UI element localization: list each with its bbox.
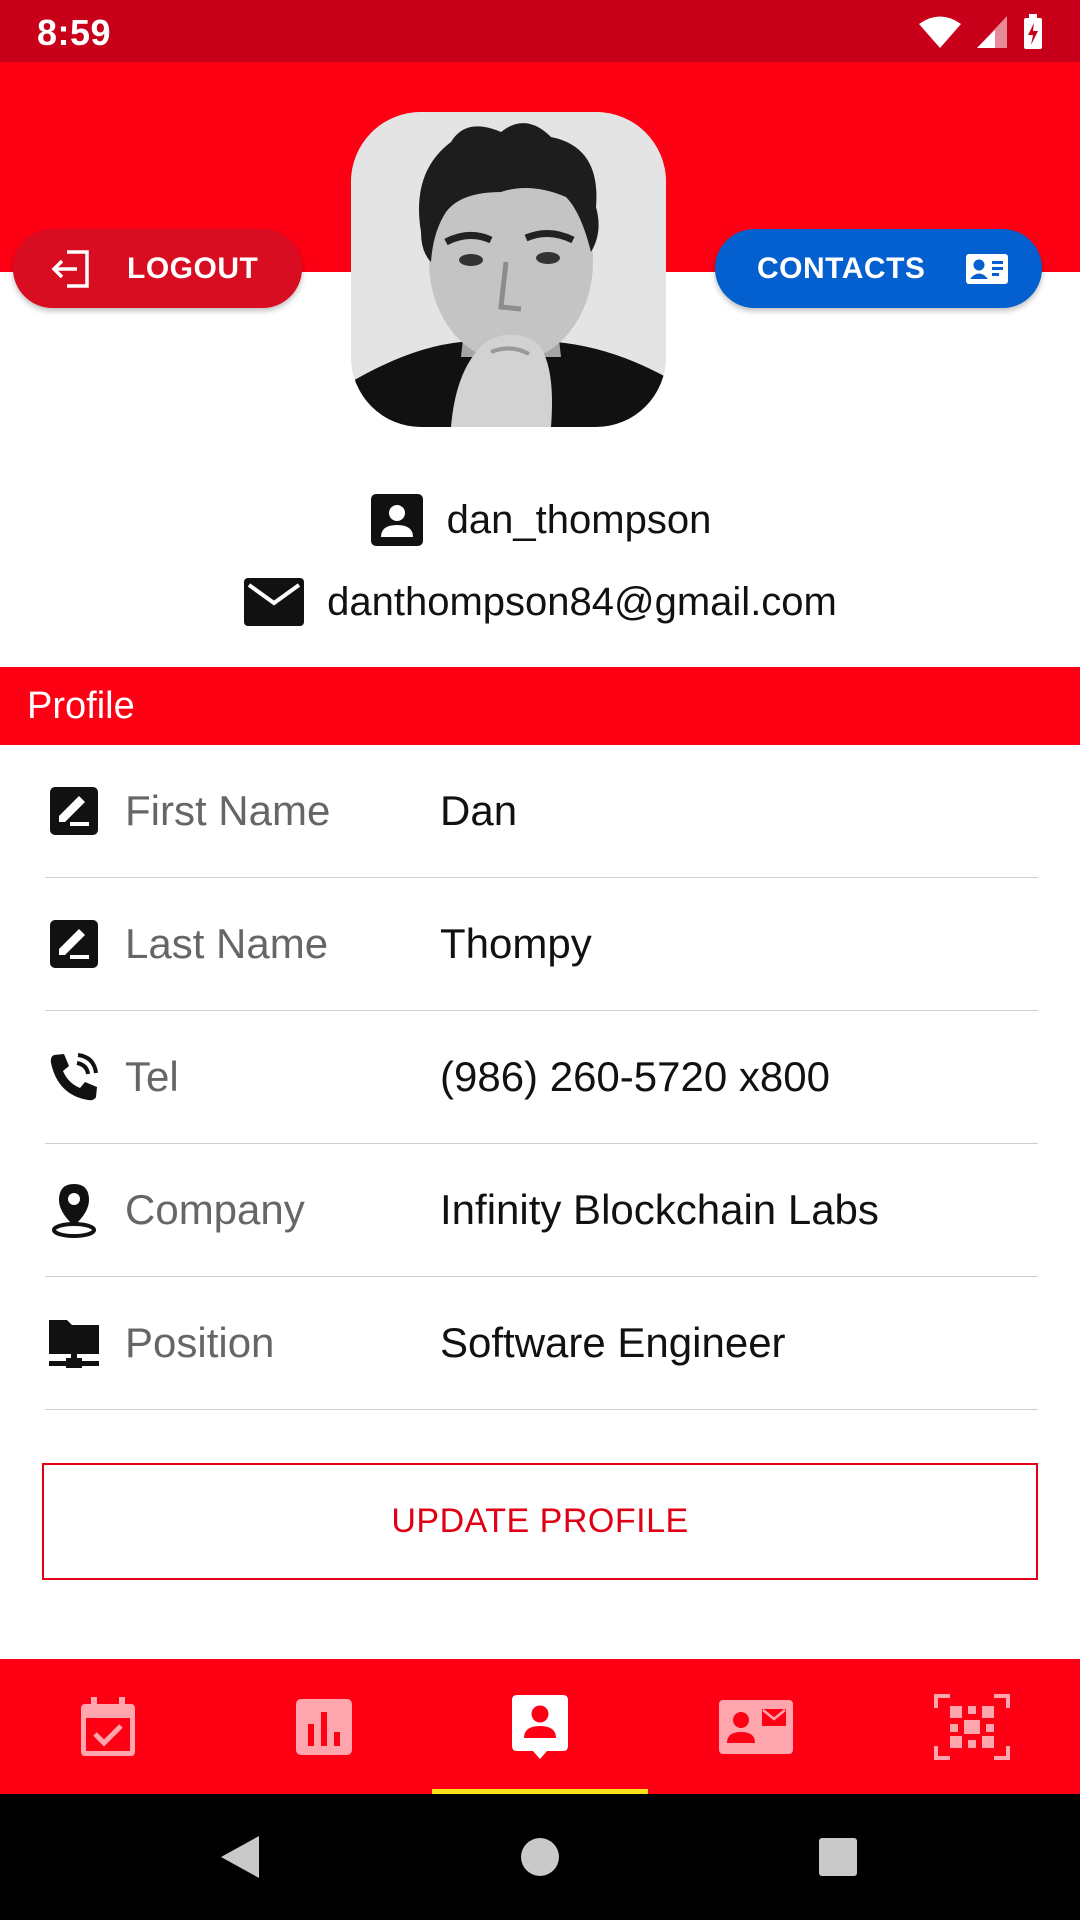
system-navigation-bar bbox=[0, 1794, 1080, 1920]
back-icon bbox=[221, 1836, 259, 1878]
email-row: danthompson84@gmail.com bbox=[0, 570, 1080, 634]
mail-icon bbox=[244, 578, 305, 626]
edit-box-icon bbox=[45, 782, 103, 840]
username-row: dan_thompson bbox=[0, 488, 1080, 552]
avatar-photo bbox=[351, 112, 666, 427]
recents-icon bbox=[819, 1838, 857, 1876]
calendar-check-icon bbox=[81, 1696, 135, 1756]
logout-label: LOGOUT bbox=[127, 251, 259, 285]
profile-section-header: Profile bbox=[0, 667, 1080, 745]
field-value: Dan bbox=[440, 787, 518, 834]
back-button[interactable] bbox=[180, 1794, 300, 1920]
nav-tab-contacts[interactable] bbox=[648, 1659, 864, 1794]
update-profile-button[interactable]: UPDATE PROFILE bbox=[42, 1463, 1038, 1580]
recents-button[interactable] bbox=[778, 1794, 898, 1920]
field-row-last-name[interactable]: Last Name Thompy bbox=[45, 878, 1038, 1011]
field-label: Company bbox=[125, 1186, 305, 1233]
phone-in-talk-icon bbox=[45, 1048, 103, 1106]
account-box-icon bbox=[370, 494, 423, 546]
field-label: First Name bbox=[125, 787, 331, 834]
field-label: Tel bbox=[125, 1053, 179, 1100]
field-row-position[interactable]: Position Software Engineer bbox=[45, 1277, 1038, 1410]
update-profile-label: UPDATE PROFILE bbox=[391, 1502, 689, 1540]
signal-icon bbox=[977, 16, 1007, 48]
status-time: 8:59 bbox=[37, 12, 112, 53]
contact-mail-icon bbox=[719, 1699, 793, 1754]
nav-tab-profile[interactable] bbox=[432, 1659, 648, 1794]
field-label: Last Name bbox=[125, 920, 329, 967]
nav-tab-qr[interactable] bbox=[864, 1659, 1080, 1794]
qr-code-icon bbox=[934, 1693, 1010, 1760]
home-button[interactable] bbox=[480, 1794, 600, 1920]
edit-box-icon bbox=[45, 915, 103, 973]
account-box-icon bbox=[512, 1694, 568, 1759]
username-text: dan_thompson bbox=[446, 497, 712, 542]
contact-card-icon bbox=[966, 253, 1009, 284]
contacts-label: CONTACTS bbox=[757, 251, 926, 285]
home-icon bbox=[521, 1838, 559, 1876]
email-text: danthompson84@gmail.com bbox=[327, 579, 837, 624]
field-row-tel[interactable]: Tel (986) 260-5720 x800 bbox=[45, 1011, 1038, 1144]
field-value: Infinity Blockchain Labs bbox=[440, 1186, 879, 1233]
folder-network-icon bbox=[45, 1314, 103, 1372]
section-title: Profile bbox=[27, 684, 135, 727]
bar-chart-icon bbox=[296, 1698, 352, 1755]
nav-tab-calendar[interactable] bbox=[0, 1659, 216, 1794]
field-value: (986) 260-5720 x800 bbox=[440, 1053, 830, 1100]
field-label: Position bbox=[125, 1319, 275, 1366]
field-row-company[interactable]: Company Infinity Blockchain Labs bbox=[45, 1144, 1038, 1277]
logout-button[interactable]: LOGOUT bbox=[13, 229, 302, 308]
field-row-first-name[interactable]: First Name Dan bbox=[45, 745, 1038, 878]
logout-icon bbox=[51, 249, 89, 288]
bottom-navigation bbox=[0, 1659, 1080, 1794]
nav-tab-statistics[interactable] bbox=[216, 1659, 432, 1794]
status-icons bbox=[918, 14, 1044, 50]
battery-charging-icon bbox=[1024, 14, 1042, 49]
map-pin-icon bbox=[45, 1181, 103, 1239]
contacts-button[interactable]: CONTACTS bbox=[715, 229, 1042, 308]
status-bar: 8:59 bbox=[0, 0, 1080, 62]
field-value: Software Engineer bbox=[440, 1319, 786, 1366]
field-value: Thompy bbox=[440, 920, 592, 967]
avatar[interactable] bbox=[351, 112, 666, 427]
wifi-icon bbox=[919, 16, 961, 48]
